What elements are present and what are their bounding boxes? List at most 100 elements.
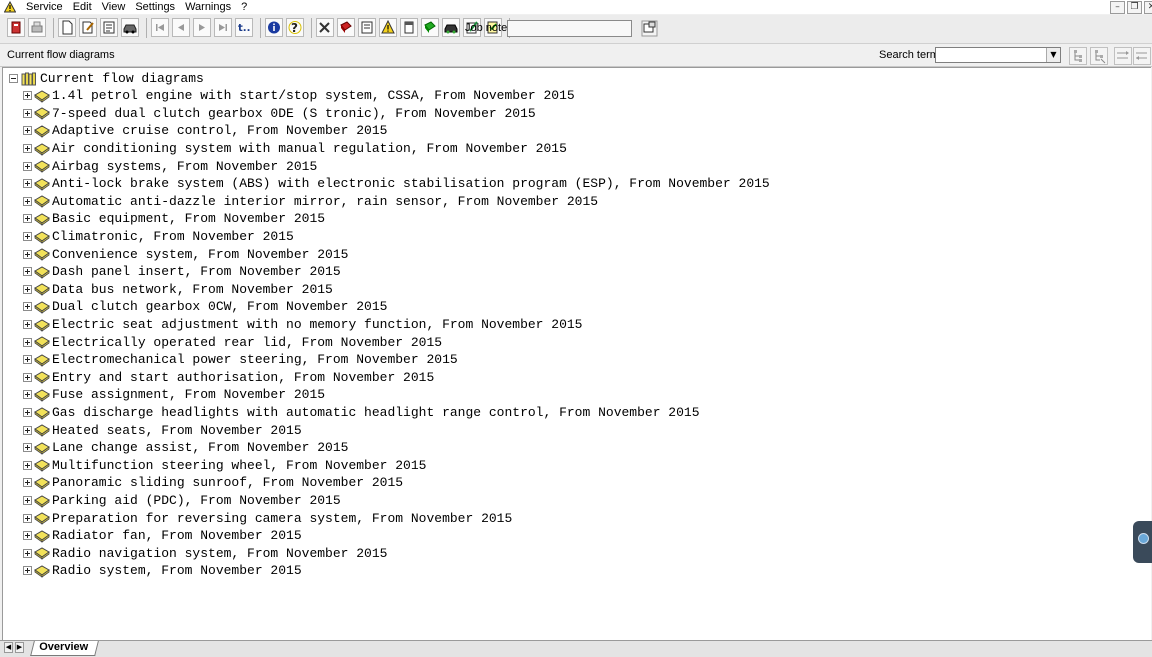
expand-icon[interactable] [23, 232, 32, 242]
tools-icon[interactable] [316, 18, 334, 37]
tree-item[interactable]: Radio system, From November 2015 [23, 562, 302, 580]
tree-item[interactable]: Radio navigation system, From November 2… [23, 545, 387, 563]
exit-icon[interactable] [7, 18, 25, 37]
tree-item[interactable]: Data bus network, From November 2015 [23, 281, 333, 299]
restore-icon[interactable]: ❐ [1127, 0, 1142, 14]
expand-icon[interactable] [23, 355, 32, 365]
expand-icon[interactable] [23, 196, 32, 206]
tree-item[interactable]: Electromechanical power steering, From N… [23, 351, 458, 369]
book-icon[interactable] [337, 18, 355, 37]
menu-warnings[interactable]: Warnings [181, 0, 237, 14]
tree-item[interactable]: Climatronic, From November 2015 [23, 228, 294, 246]
minimize-icon[interactable]: – [1110, 0, 1125, 14]
search-tree-filter-icon[interactable] [1090, 47, 1108, 65]
tree-item[interactable]: Entry and start authorisation, From Nove… [23, 369, 434, 387]
expand-icon[interactable] [23, 179, 32, 189]
last-icon[interactable] [214, 18, 232, 37]
tab-scroll-right-icon[interactable]: ▶ [15, 642, 24, 653]
tree-item[interactable]: Fuse assignment, From November 2015 [23, 386, 325, 404]
tab-scroll-left-icon[interactable]: ◀ [4, 642, 13, 653]
back-to-icon[interactable]: t.. [235, 18, 253, 37]
expand-icon[interactable] [23, 108, 32, 118]
expand-icon[interactable] [23, 214, 32, 224]
tree-item[interactable]: Anti-lock brake system (ABS) with electr… [23, 175, 770, 193]
question-help-icon[interactable]: ? [286, 18, 304, 37]
edit-document-icon[interactable] [79, 18, 97, 37]
car-dark-icon[interactable] [442, 18, 460, 37]
tree-item[interactable]: Multifunction steering wheel, From Novem… [23, 457, 426, 475]
tab-overview[interactable]: Overview [30, 641, 99, 656]
info-icon[interactable] [265, 18, 283, 37]
expand-icon[interactable] [23, 126, 32, 136]
tree-item[interactable]: Lane change assist, From November 2015 [23, 439, 348, 457]
tree-item[interactable]: Dual clutch gearbox 0CW, From November 2… [23, 298, 387, 316]
expand-icon[interactable] [23, 548, 32, 558]
clipboard-icon[interactable] [358, 18, 376, 37]
tree-item[interactable]: Convenience system, From November 2015 [23, 245, 348, 263]
new-document-icon[interactable] [58, 18, 76, 37]
tree-item[interactable]: Dash panel insert, From November 2015 [23, 263, 341, 281]
tree-item[interactable]: Electric seat adjustment with no memory … [23, 316, 583, 334]
tree-item[interactable]: Air conditioning system with manual regu… [23, 140, 567, 158]
expand-icon[interactable] [23, 337, 32, 347]
expand-icon[interactable] [23, 91, 32, 101]
expand-icon[interactable] [23, 513, 32, 523]
expand-icon[interactable] [23, 425, 32, 435]
job-note-edit-icon[interactable] [641, 20, 658, 37]
expand-icon[interactable] [23, 478, 32, 488]
search-tree-icon[interactable] [1069, 47, 1087, 65]
search-next-icon[interactable] [1114, 47, 1132, 65]
green-book-icon[interactable] [421, 18, 439, 37]
next-icon[interactable] [193, 18, 211, 37]
search-term-input[interactable]: ▼ [935, 47, 1061, 63]
first-icon[interactable] [151, 18, 169, 37]
tree-item[interactable]: Adaptive cruise control, From November 2… [23, 122, 387, 140]
expand-icon[interactable] [23, 267, 32, 277]
expand-icon[interactable] [23, 460, 32, 470]
expand-icon[interactable] [23, 161, 32, 171]
close-icon[interactable]: ✕ [1144, 0, 1152, 14]
car-icon[interactable] [121, 18, 139, 37]
expand-icon[interactable] [23, 390, 32, 400]
side-panel-tab[interactable] [1133, 521, 1152, 563]
menu-service[interactable]: Service [22, 0, 69, 14]
tree-item[interactable]: 7-speed dual clutch gearbox 0DE (S troni… [23, 105, 536, 123]
expand-icon[interactable] [23, 302, 32, 312]
expand-icon[interactable] [23, 284, 32, 294]
warning-icon[interactable] [379, 18, 397, 37]
collapse-icon[interactable] [9, 74, 18, 83]
notepad-icon[interactable] [400, 18, 418, 37]
menu-edit[interactable]: Edit [69, 0, 98, 14]
expand-icon[interactable] [23, 320, 32, 330]
menu-help[interactable]: ? [237, 0, 253, 14]
expand-icon[interactable] [23, 496, 32, 506]
expand-icon[interactable] [23, 408, 32, 418]
tree-item[interactable]: Gas discharge headlights with automatic … [23, 404, 700, 422]
tree-item[interactable]: Parking aid (PDC), From November 2015 [23, 492, 341, 510]
job-note-field[interactable] [507, 20, 632, 37]
previous-icon[interactable] [172, 18, 190, 37]
expand-icon[interactable] [23, 249, 32, 259]
tree-root[interactable]: Current flow diagrams [9, 70, 204, 87]
tree-item[interactable]: Panoramic sliding sunroof, From November… [23, 474, 403, 492]
tree-item[interactable]: Preparation for reversing camera system,… [23, 509, 512, 527]
tree-item[interactable]: 1.4l petrol engine with start/stop syste… [23, 87, 575, 105]
tree-item[interactable]: Airbag systems, From November 2015 [23, 157, 317, 175]
expand-icon[interactable] [23, 443, 32, 453]
expand-icon[interactable] [23, 531, 32, 541]
report-icon[interactable] [100, 18, 118, 37]
expand-icon[interactable] [23, 144, 32, 154]
menu-view[interactable]: View [98, 0, 132, 14]
expand-icon[interactable] [23, 372, 32, 382]
search-previous-icon[interactable] [1133, 47, 1151, 65]
print-icon[interactable] [28, 18, 46, 37]
tree-item[interactable]: Electrically operated rear lid, From Nov… [23, 333, 442, 351]
tree-item[interactable]: Heated seats, From November 2015 [23, 421, 302, 439]
chevron-down-icon[interactable]: ▼ [1046, 48, 1060, 62]
menu-settings[interactable]: Settings [131, 0, 181, 14]
tree-item[interactable]: Radiator fan, From November 2015 [23, 527, 302, 545]
tree-item-label: Automatic anti-dazzle interior mirror, r… [52, 193, 599, 209]
tree-item[interactable]: Basic equipment, From November 2015 [23, 210, 325, 228]
tree-item[interactable]: Automatic anti-dazzle interior mirror, r… [23, 193, 598, 211]
expand-icon[interactable] [23, 566, 32, 576]
